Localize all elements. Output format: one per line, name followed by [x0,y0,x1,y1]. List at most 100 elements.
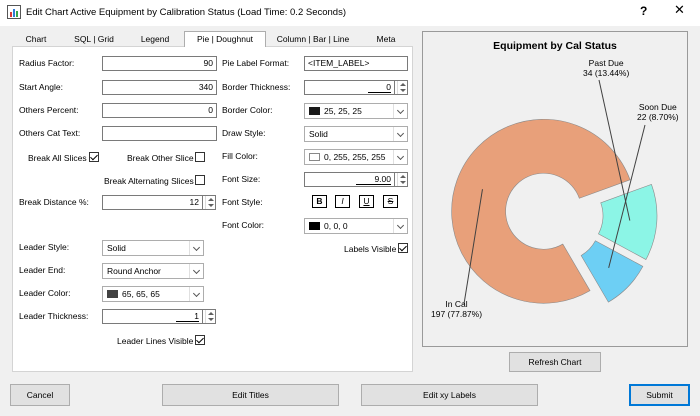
stepper-arrows[interactable] [205,310,215,323]
italic-button[interactable]: I [335,195,350,208]
label-format-label: Pie Label Format: [222,58,290,68]
label-format-value: <ITEM_LABEL> [308,58,370,68]
chevron-down-icon[interactable] [189,241,203,255]
pie-doughnut-panel: Radius Factor: 90 Start Angle: 340 Other… [12,46,413,372]
break-distance-stepper[interactable] [202,195,216,210]
break-alternating-checkbox[interactable] [195,175,205,185]
tab-sql-grid[interactable]: SQL | Grid [65,33,123,47]
font-color-value: 0, 0, 0 [324,221,348,231]
data-label-in-cal: In Cal 197 (77.87%) [431,299,482,319]
leader-end-select[interactable]: Round Anchor [102,263,204,279]
others-cat-text-label: Others Cat Text: [19,128,81,138]
others-percent-label: Others Percent: [19,105,79,115]
others-percent-input[interactable]: 0 [102,103,217,118]
chevron-down-icon[interactable] [189,264,203,278]
break-other-slice-checkbox[interactable] [195,152,205,162]
window-title: Edit Chart Active Equipment by Calibrati… [26,7,346,18]
break-all-slices-label: Break All Slices [28,153,87,163]
break-distance-value: 12 [189,197,199,207]
chart-preview: Equipment by Cal Status Past Due 34 (13.… [422,31,688,347]
border-color-value: 25, 25, 25 [324,106,362,116]
font-style-label: Font Style: [222,197,263,207]
leader-lines-visible-label: Leader Lines Visible [117,336,194,346]
bold-button[interactable]: B [312,195,327,208]
edit-xy-labels-button[interactable]: Edit xy Labels [361,384,538,406]
leader-color-label: Leader Color: [19,288,71,298]
labels-visible-checkbox[interactable] [398,243,408,253]
fill-color-select[interactable]: 0, 255, 255, 255 [304,149,408,165]
submit-button[interactable]: Submit [629,384,690,406]
draw-style-label: Draw Style: [222,128,266,138]
leader-end-label: Leader End: [19,265,66,275]
data-label-past-due-name: Past Due [588,58,624,68]
data-label-past-due: Past Due 34 (13.44%) [583,58,629,78]
label-format-input[interactable]: <ITEM_LABEL> [304,56,408,71]
leader-lines-visible-checkbox[interactable] [195,335,205,345]
break-other-slice-label: Break Other Slice [127,153,194,163]
cancel-button[interactable]: Cancel [10,384,70,406]
start-angle-value: 340 [198,82,213,92]
close-button[interactable]: ✕ [674,2,685,18]
border-color-select[interactable]: 25, 25, 25 [304,103,408,119]
data-label-in-cal-value: 197 (77.87%) [431,309,483,319]
tab-column-bar-line[interactable]: Column | Bar | Line [270,33,356,47]
data-label-soon-due: Soon Due 22 (8.70%) [637,102,679,122]
chevron-down-icon[interactable] [393,150,407,164]
stepper-arrows[interactable] [397,81,407,94]
others-cat-text-input[interactable] [102,126,217,141]
break-distance-input[interactable]: 12 [102,195,203,210]
break-all-slices-checkbox[interactable] [89,152,99,162]
radius-factor-label: Radius Factor: [19,58,75,68]
border-thickness-stepper[interactable] [394,80,408,95]
help-button[interactable]: ? [640,4,647,18]
chevron-down-icon[interactable] [393,127,407,141]
data-label-soon-due-value: 22 (8.70%) [637,112,679,122]
font-size-input[interactable]: 9.00 [304,172,395,187]
leader-color-swatch [107,290,118,298]
fill-color-label: Fill Color: [222,151,258,161]
font-color-select[interactable]: 0, 0, 0 [304,218,408,234]
leader-style-value: Solid [107,243,126,253]
tab-legend[interactable]: Legend [130,33,180,47]
tab-chart[interactable]: Chart [14,33,58,47]
strikeout-button[interactable]: S [383,195,398,208]
font-color-swatch [309,222,320,230]
font-color-label: Font Color: [222,220,265,230]
border-color-label: Border Color: [222,105,273,115]
start-angle-input[interactable]: 340 [102,80,217,95]
leader-style-select[interactable]: Solid [102,240,204,256]
refresh-chart-button[interactable]: Refresh Chart [509,352,601,372]
stepper-arrows[interactable] [397,173,407,186]
edit-titles-button[interactable]: Edit Titles [162,384,339,406]
leader-thickness-label: Leader Thickness: [19,311,89,321]
border-thickness-value: 0 [368,82,391,93]
data-label-in-cal-name: In Cal [445,299,468,309]
app-icon [7,5,21,19]
chevron-down-icon[interactable] [393,104,407,118]
tab-meta[interactable]: Meta [362,33,410,47]
fill-color-value: 0, 255, 255, 255 [324,152,386,162]
draw-style-select[interactable]: Solid [304,126,408,142]
leader-style-label: Leader Style: [19,242,70,252]
fill-color-swatch [309,153,320,161]
labels-visible-label: Labels Visible [344,244,397,254]
break-alternating-label: Break Alternating Slices [104,176,194,186]
draw-style-value: Solid [309,129,328,139]
font-size-label: Font Size: [222,174,261,184]
font-size-value: 9.00 [356,174,391,185]
underline-button[interactable]: U [359,195,374,208]
data-label-past-due-value: 34 (13.44%) [583,68,630,78]
border-color-swatch [309,107,320,115]
leader-color-select[interactable]: 65, 65, 65 [102,286,204,302]
tab-pie-doughnut[interactable]: Pie | Doughnut [184,31,266,47]
chevron-down-icon[interactable] [189,287,203,301]
font-size-stepper[interactable] [394,172,408,187]
leader-thickness-input[interactable]: 1 [102,309,203,324]
stepper-arrows[interactable] [205,196,215,209]
radius-factor-value: 90 [203,58,213,68]
radius-factor-input[interactable]: 90 [102,56,217,71]
border-thickness-input[interactable]: 0 [304,80,395,95]
leader-thickness-stepper[interactable] [202,309,216,324]
others-percent-value: 0 [208,105,213,115]
chevron-down-icon[interactable] [393,219,407,233]
